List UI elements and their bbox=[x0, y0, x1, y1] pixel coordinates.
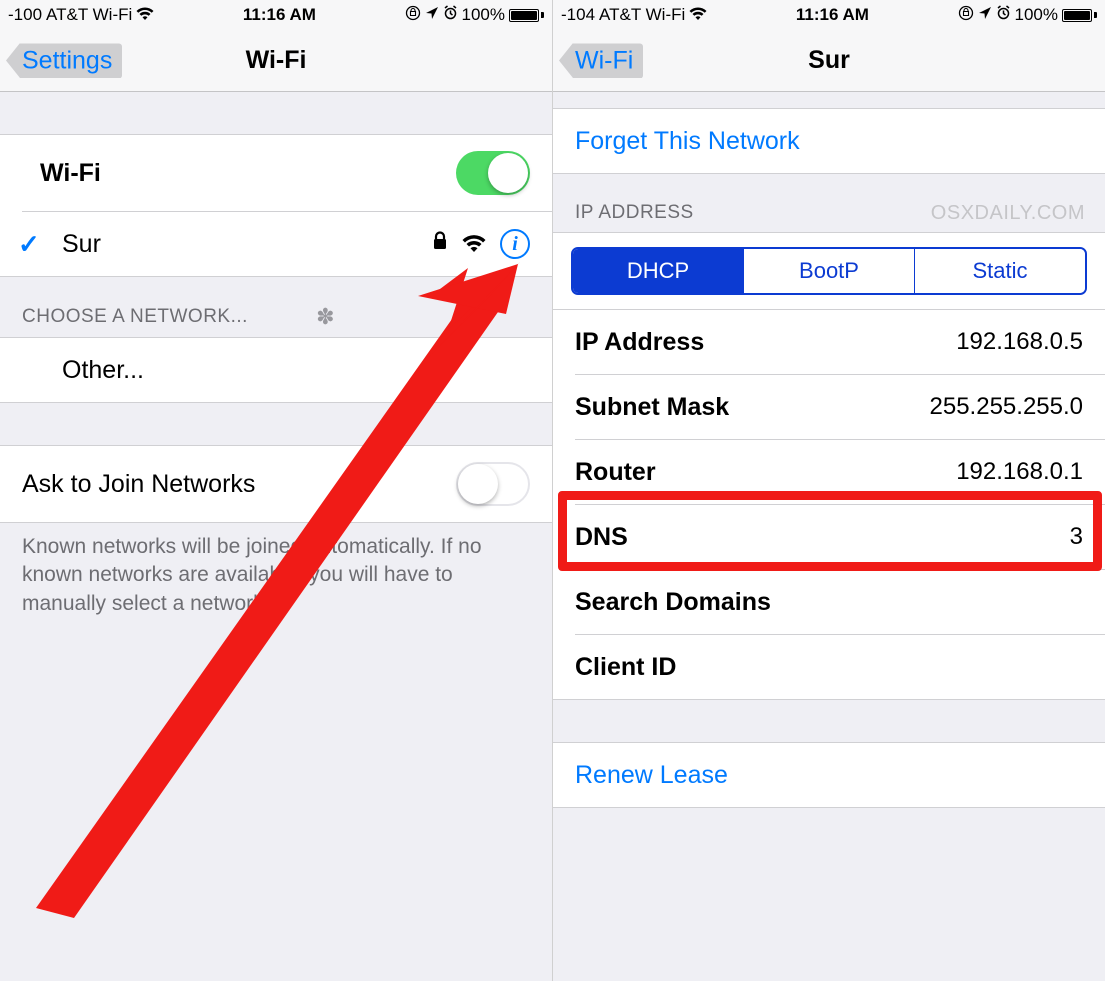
other-network-row[interactable]: Other... bbox=[0, 338, 552, 402]
ip-address-header: IP ADDRESS osxdaily.com bbox=[553, 174, 1105, 232]
segment-dhcp[interactable]: DHCP bbox=[573, 249, 744, 293]
forget-network-button[interactable]: Forget This Network bbox=[553, 109, 1105, 173]
battery-icon bbox=[509, 9, 544, 22]
carrier-name: AT&T Wi-Fi bbox=[46, 5, 132, 25]
nav-bar-right: Wi-Fi Sur bbox=[553, 30, 1105, 92]
nav-title-network: Sur bbox=[808, 46, 850, 75]
ask-to-join-toggle[interactable] bbox=[456, 462, 530, 506]
status-bar-right: -104 AT&T Wi-Fi 11:16 AM 100% bbox=[553, 0, 1105, 30]
lock-rotation-icon bbox=[405, 5, 421, 26]
carrier-name: AT&T Wi-Fi bbox=[599, 5, 685, 25]
client-id-row[interactable]: Client ID bbox=[553, 635, 1105, 699]
wifi-signal-icon bbox=[462, 235, 486, 253]
signal-strength: -100 bbox=[8, 5, 42, 25]
alarm-icon bbox=[996, 5, 1011, 25]
nav-bar-left: Settings Wi-Fi bbox=[0, 30, 552, 92]
ip-address-row: IP Address 192.168.0.5 bbox=[553, 310, 1105, 374]
lock-icon bbox=[432, 231, 448, 257]
status-bar-left: -100 AT&T Wi-Fi 11:16 AM 100% bbox=[0, 0, 552, 30]
status-time: 11:16 AM bbox=[243, 5, 316, 25]
subnet-mask-row: Subnet Mask 255.255.255.0 bbox=[553, 375, 1105, 439]
battery-percent: 100% bbox=[462, 5, 505, 25]
battery-icon bbox=[1062, 9, 1097, 22]
segment-bootp[interactable]: BootP bbox=[744, 249, 915, 293]
right-screenshot: -104 AT&T Wi-Fi 11:16 AM 100% Wi-Fi bbox=[552, 0, 1105, 981]
status-time: 11:16 AM bbox=[796, 5, 869, 25]
connected-network-name: Sur bbox=[62, 230, 101, 259]
wifi-toggle[interactable] bbox=[456, 151, 530, 195]
search-domains-row[interactable]: Search Domains bbox=[553, 570, 1105, 634]
wifi-label: Wi-Fi bbox=[22, 159, 101, 188]
wifi-toggle-row[interactable]: Wi-Fi bbox=[0, 135, 552, 211]
router-row: Router 192.168.0.1 bbox=[553, 440, 1105, 504]
renew-lease-button[interactable]: Renew Lease bbox=[553, 743, 1105, 807]
checkmark-icon: ✓ bbox=[18, 229, 40, 260]
ask-to-join-row[interactable]: Ask to Join Networks bbox=[0, 446, 552, 522]
alarm-icon bbox=[443, 5, 458, 25]
battery-percent: 100% bbox=[1015, 5, 1058, 25]
loading-spinner-icon bbox=[314, 305, 338, 329]
segment-static[interactable]: Static bbox=[915, 249, 1085, 293]
nav-title-wifi: Wi-Fi bbox=[246, 46, 307, 75]
choose-network-header: CHOOSE A NETWORK... bbox=[0, 277, 552, 337]
back-button-settings[interactable]: Settings bbox=[6, 43, 122, 78]
back-button-wifi[interactable]: Wi-Fi bbox=[559, 43, 643, 78]
info-icon[interactable]: i bbox=[500, 229, 530, 259]
connected-network-row[interactable]: ✓ Sur i bbox=[0, 212, 552, 276]
dns-row[interactable]: DNS 3 bbox=[553, 505, 1105, 569]
wifi-status-icon bbox=[136, 6, 154, 24]
location-icon bbox=[978, 5, 992, 25]
lock-rotation-icon bbox=[958, 5, 974, 26]
signal-strength: -104 bbox=[561, 5, 595, 25]
location-icon bbox=[425, 5, 439, 25]
ip-config-segmented[interactable]: DHCP BootP Static bbox=[571, 247, 1087, 295]
ask-to-join-footer: Known networks will be joined automatica… bbox=[0, 523, 552, 638]
watermark: osxdaily.com bbox=[931, 202, 1085, 225]
wifi-status-icon bbox=[689, 6, 707, 24]
left-screenshot: -100 AT&T Wi-Fi 11:16 AM 100% Settin bbox=[0, 0, 552, 981]
